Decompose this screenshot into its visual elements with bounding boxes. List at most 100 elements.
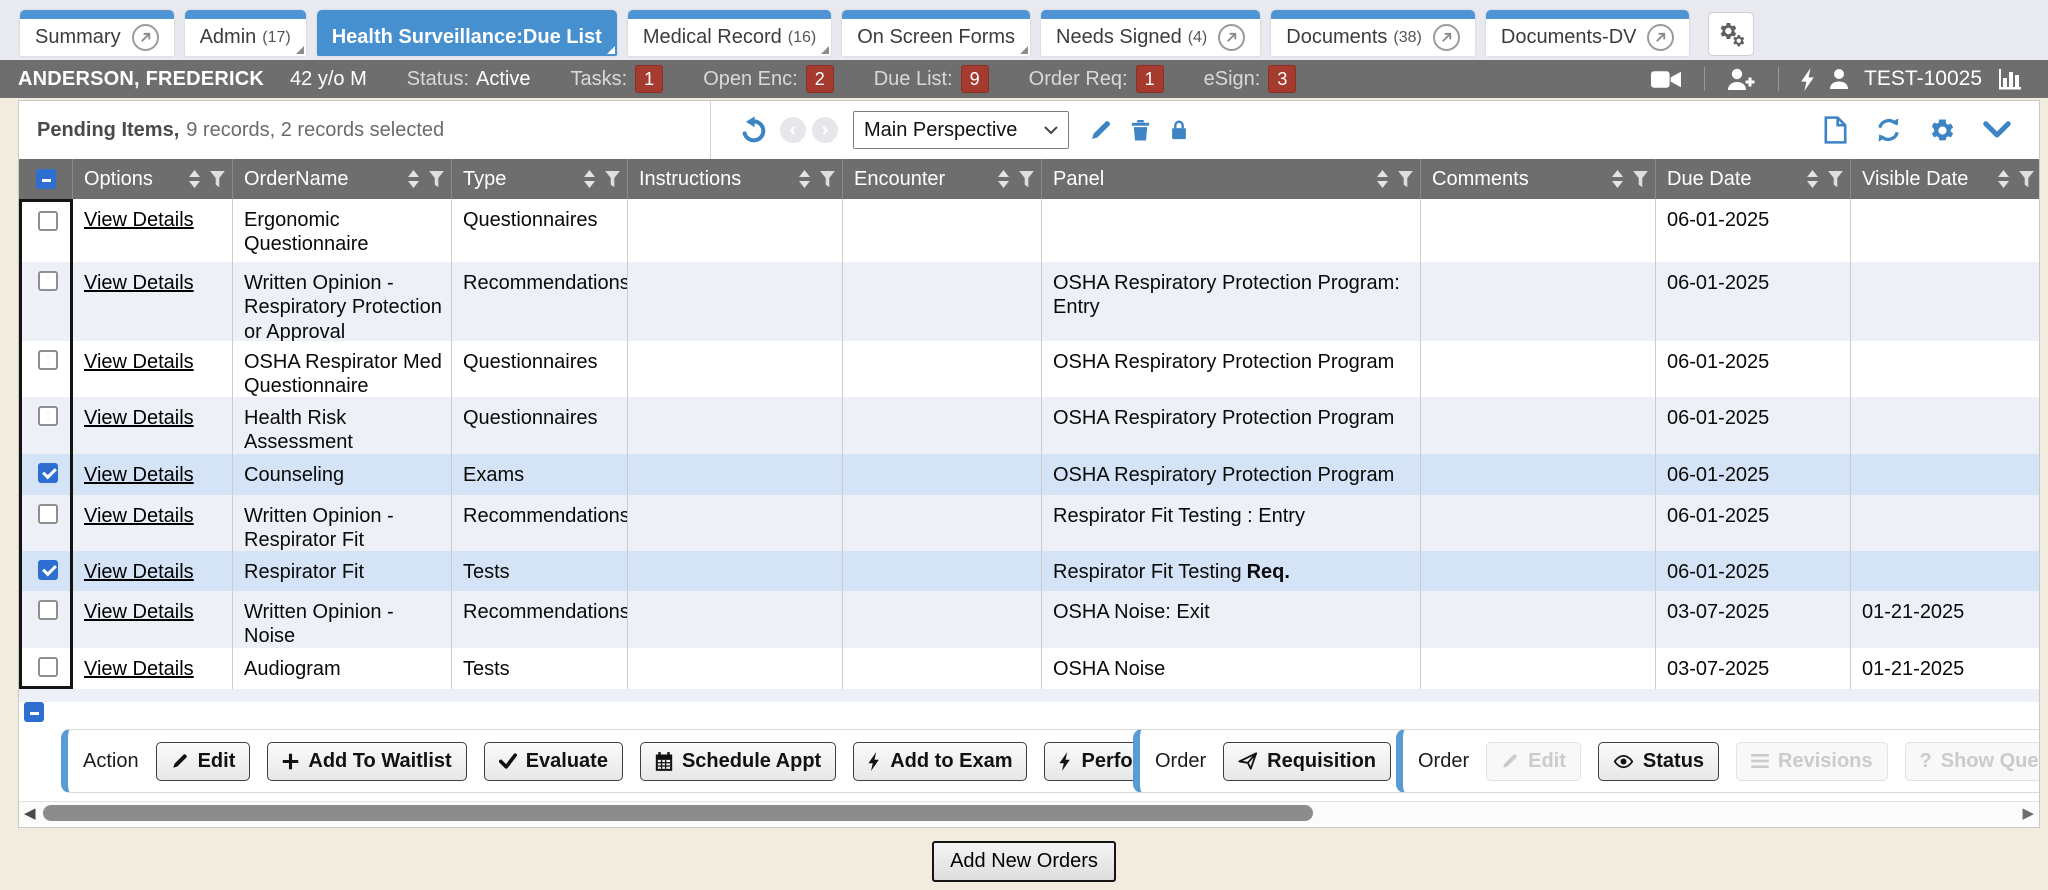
refresh-icon[interactable] xyxy=(1874,116,1903,144)
tab-documents[interactable]: Documents (38) xyxy=(1271,10,1475,56)
filter-icon[interactable] xyxy=(1018,170,1035,189)
column-header-instructions[interactable]: Instructions xyxy=(628,159,843,199)
view-details-link[interactable]: View Details xyxy=(84,464,194,486)
scrollbar-thumb[interactable] xyxy=(43,805,1313,821)
prev-icon[interactable]: ‹ xyxy=(780,117,806,143)
sort-icon[interactable] xyxy=(1996,168,2011,190)
evaluate-button[interactable]: Evaluate xyxy=(484,742,623,781)
sort-icon[interactable] xyxy=(797,168,812,190)
column-header-options[interactable]: Options xyxy=(73,159,233,199)
row-checkbox[interactable] xyxy=(38,350,58,370)
filter-icon[interactable] xyxy=(209,170,226,189)
order-edit-button[interactable]: Edit xyxy=(1486,742,1581,781)
pencil-icon[interactable] xyxy=(1089,118,1113,142)
tab-medical-record[interactable]: Medical Record (16) xyxy=(628,10,831,56)
tab-on-screen-forms[interactable]: On Screen Forms xyxy=(842,10,1030,56)
due-list-badge[interactable]: 9 xyxy=(961,65,989,93)
column-header-visible-date[interactable]: Visible Date xyxy=(1851,159,2040,199)
order-req-badge[interactable]: 1 xyxy=(1136,65,1164,93)
row-checkbox[interactable] xyxy=(38,406,58,426)
popout-arrow-icon[interactable] xyxy=(132,24,159,51)
sort-icon[interactable] xyxy=(1375,168,1390,190)
view-details-link[interactable]: View Details xyxy=(84,351,194,373)
edit-button[interactable]: Edit xyxy=(156,742,251,781)
table-row-selected[interactable]: View Details Counseling Exams OSHA Respi… xyxy=(19,454,2040,495)
add-to-exam-button[interactable]: Add to Exam xyxy=(853,742,1027,781)
row-checkbox[interactable] xyxy=(38,271,58,291)
column-header-due-date[interactable]: Due Date xyxy=(1656,159,1851,199)
row-checkbox[interactable] xyxy=(38,504,58,524)
tab-summary[interactable]: Summary xyxy=(20,10,174,56)
next-icon[interactable]: › xyxy=(812,117,838,143)
row-checkbox[interactable] xyxy=(38,657,58,677)
lightning-icon[interactable] xyxy=(1801,68,1816,91)
new-document-icon[interactable] xyxy=(1823,116,1848,144)
table-row[interactable]: View Details Written Opinion - Respirato… xyxy=(19,495,2040,551)
view-details-link[interactable]: View Details xyxy=(84,658,194,680)
revisions-button[interactable]: Revisions xyxy=(1736,742,1887,781)
filter-icon[interactable] xyxy=(1827,170,1844,189)
tab-settings-button[interactable] xyxy=(1708,12,1754,56)
filter-icon[interactable] xyxy=(604,170,621,189)
popout-arrow-icon[interactable] xyxy=(1433,24,1460,51)
chevron-down-icon[interactable] xyxy=(1982,120,2012,140)
table-row-selected[interactable]: View Details Respirator Fit Tests Respir… xyxy=(19,551,2040,591)
filter-icon[interactable] xyxy=(1632,170,1649,189)
tasks-badge[interactable]: 1 xyxy=(635,65,663,93)
show-question-button[interactable]: ? Show Question xyxy=(1905,742,2040,781)
row-checkbox[interactable] xyxy=(38,463,58,483)
requisition-button[interactable]: Requisition xyxy=(1223,742,1391,781)
tab-admin[interactable]: Admin (17) xyxy=(185,10,306,56)
sort-icon[interactable] xyxy=(406,168,421,190)
popout-arrow-icon[interactable] xyxy=(1647,24,1674,51)
view-details-link[interactable]: View Details xyxy=(84,209,194,231)
undo-icon[interactable] xyxy=(739,115,769,145)
tab-documents-dv[interactable]: Documents-DV xyxy=(1486,10,1690,56)
schedule-appt-button[interactable]: Schedule Appt xyxy=(640,742,836,781)
esign-badge[interactable]: 3 xyxy=(1268,65,1296,93)
table-row[interactable]: View Details Written Opinion - Respirato… xyxy=(19,262,2040,341)
tab-health-surveillance-due-list[interactable]: Health Surveillance:Due List xyxy=(317,10,617,56)
scroll-right-arrow[interactable]: ▶ xyxy=(2022,804,2034,822)
view-details-link[interactable]: View Details xyxy=(84,272,194,294)
view-details-link[interactable]: View Details xyxy=(84,561,194,583)
add-new-orders-button[interactable]: Add New Orders xyxy=(932,841,1116,882)
sort-icon[interactable] xyxy=(996,168,1011,190)
sort-icon[interactable] xyxy=(187,168,202,190)
horizontal-scrollbar[interactable]: ◀ ▶ xyxy=(19,801,2040,824)
table-row[interactable]: View Details Health Risk Assessment Ques… xyxy=(19,397,2040,454)
view-details-link[interactable]: View Details xyxy=(84,407,194,429)
view-details-link[interactable]: View Details xyxy=(84,601,194,623)
table-row[interactable]: View Details OSHA Respirator Med Questio… xyxy=(19,341,2040,397)
table-row[interactable]: View Details Audiogram Tests OSHA Noise … xyxy=(19,648,2040,689)
tab-needs-signed[interactable]: Needs Signed (4) xyxy=(1041,10,1260,56)
trash-icon[interactable] xyxy=(1129,118,1152,142)
filter-icon[interactable] xyxy=(2018,170,2035,189)
status-button[interactable]: Status xyxy=(1598,742,1719,781)
view-details-link[interactable]: View Details xyxy=(84,505,194,527)
person-add-icon[interactable] xyxy=(1727,68,1756,91)
select-all-checkbox[interactable] xyxy=(36,169,56,189)
column-header-encounter[interactable]: Encounter xyxy=(843,159,1042,199)
filter-icon[interactable] xyxy=(819,170,836,189)
bar-chart-icon[interactable] xyxy=(1998,67,2024,91)
select-all-checkbox-bottom[interactable] xyxy=(24,702,44,722)
filter-icon[interactable] xyxy=(428,170,445,189)
row-checkbox[interactable] xyxy=(38,211,58,231)
perspective-select[interactable]: Main Perspective xyxy=(853,111,1069,149)
filter-icon[interactable] xyxy=(1397,170,1414,189)
sort-icon[interactable] xyxy=(1805,168,1820,190)
open-enc-badge[interactable]: 2 xyxy=(806,65,834,93)
person-icon[interactable] xyxy=(1828,68,1850,90)
row-checkbox[interactable] xyxy=(38,600,58,620)
add-to-waitlist-button[interactable]: Add To Waitlist xyxy=(267,742,466,781)
scroll-left-arrow[interactable]: ◀ xyxy=(24,804,36,822)
row-checkbox[interactable] xyxy=(38,560,58,580)
table-row[interactable]: View Details Ergonomic Questionnaire Que… xyxy=(19,199,2040,262)
column-header-comments[interactable]: Comments xyxy=(1421,159,1656,199)
table-row[interactable]: View Details Written Opinion - Noise Rec… xyxy=(19,591,2040,648)
lock-icon[interactable] xyxy=(1168,118,1190,142)
column-header-panel[interactable]: Panel xyxy=(1042,159,1421,199)
sort-icon[interactable] xyxy=(582,168,597,190)
video-camera-icon[interactable] xyxy=(1651,69,1682,90)
